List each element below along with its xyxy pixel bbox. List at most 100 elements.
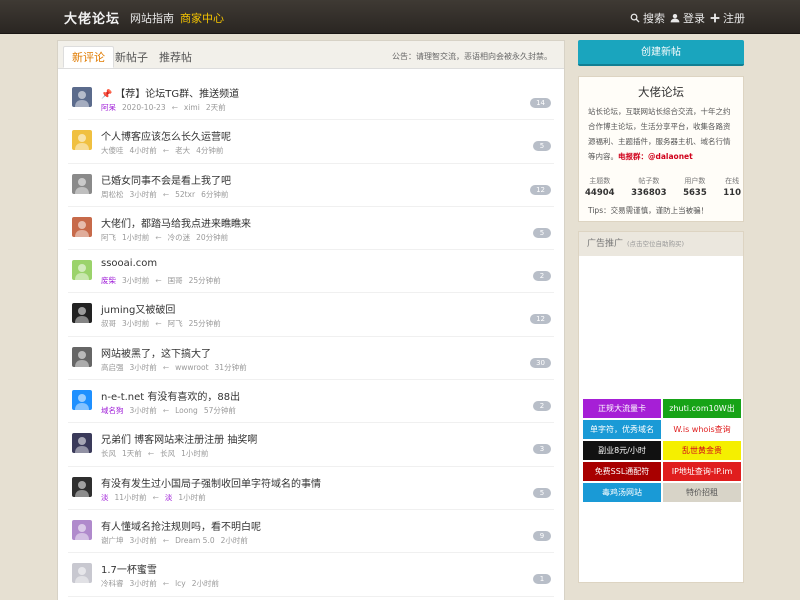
ad-slot[interactable]: 正规大流量卡 — [583, 399, 661, 418]
reply-count-badge: 12 — [530, 314, 551, 325]
topic-list: 📌 【荐】论坛TG群、推送频道 阿呆 2020-10-23 ← ximi 2天前 14 个人博客… — [58, 77, 564, 597]
last-reply-user[interactable]: 52txr — [175, 190, 195, 199]
topic-title-text: n-e-t.net 有没有喜欢的，88出 — [101, 392, 241, 404]
register-link[interactable]: 注册 — [710, 10, 745, 26]
author-name[interactable]: 高启强 — [101, 363, 124, 372]
site-logo[interactable]: 大佬论坛 — [64, 8, 120, 27]
author-name[interactable]: 长风 — [101, 449, 116, 458]
topic-title[interactable]: 兄弟们 博客网站来注册注册 抽奖啊 — [101, 431, 257, 446]
last-reply-user[interactable]: 老大 — [175, 146, 190, 155]
user-avatar[interactable] — [72, 519, 92, 540]
author-name[interactable]: 冷科睿 — [101, 579, 124, 588]
author-name[interactable]: 叔哥 — [101, 319, 116, 328]
author-name[interactable]: 淡 — [101, 493, 109, 502]
last-reply-user[interactable]: lcy — [175, 579, 186, 588]
last-reply-user[interactable]: 国哥 — [168, 276, 183, 285]
topic-row[interactable]: n-e-t.net 有没有喜欢的，88出 域名狗 3小时前 ← Loong 57分钟前 2 — [58, 380, 564, 424]
nav-guide[interactable]: 网站指南 — [130, 10, 174, 26]
topic-row[interactable]: juming又被破回 叔哥 3小时前 ← 阿飞 25分钟前 12 — [58, 293, 564, 338]
topic-title[interactable]: n-e-t.net 有没有喜欢的，88出 — [101, 388, 240, 403]
topic-row[interactable]: ssooai.com 废柴 3小时前 ← 国哥 25分钟前 2 — [58, 250, 564, 294]
user-avatar[interactable] — [72, 303, 92, 324]
topic-title[interactable]: 📌 【荐】论坛TG群、推送频道 — [101, 85, 239, 100]
nav-merchant[interactable]: 商家中心 — [180, 10, 224, 26]
last-reply-user[interactable]: ximi — [184, 103, 200, 112]
last-reply-user[interactable]: 冷の迷 — [168, 233, 191, 242]
topic-row[interactable]: 1.7一杯蜜雪 冷科睿 3小时前 ← lcy 2小时前 1 — [58, 553, 564, 597]
topic-title[interactable]: 个人博客应该怎么长久运营呢 — [101, 128, 231, 143]
author-name[interactable]: 废柴 — [101, 276, 116, 285]
topic-title[interactable]: 网站被黑了，这下搞大了 — [101, 345, 211, 360]
last-reply-time: 31分钟前 — [214, 362, 247, 372]
ad-slot[interactable]: 毒鸡汤网站 — [583, 483, 661, 502]
last-reply-user[interactable]: 长风 — [160, 449, 175, 458]
ad-slot[interactable]: W.is whois查询 — [663, 420, 741, 439]
topic-row[interactable]: 网站被黑了，这下搞大了 高启强 3小时前 ← wwwroot 31分钟前 30 — [58, 337, 564, 381]
plus-icon — [710, 13, 720, 23]
topic-title[interactable]: juming又被破回 — [101, 301, 175, 316]
search-label: 搜索 — [643, 12, 665, 25]
user-avatar[interactable] — [72, 390, 92, 411]
topic-row[interactable]: 大佬们，都踏马给我点进来瞧瞧来 阿飞 1小时前 ← 冷の迷 20分钟前 5 — [58, 207, 564, 251]
last-reply-user[interactable]: wwwroot — [175, 363, 208, 372]
reply-arrow-icon: ← — [155, 319, 162, 329]
topic-row[interactable]: 有没有发生过小国局子强制收回单字符域名的事情淡 11小时前 ← 淡 1小时前 5 — [58, 467, 564, 511]
topic-row[interactable]: 有人懂域名抢注规则吗，看不明白呢 谢广坤 3小时前 ← Dream 5.0 2小时前 9 — [58, 510, 564, 554]
telegram-link[interactable]: @dalaonet — [648, 152, 693, 161]
create-post-button[interactable]: 创建新帖 — [578, 40, 744, 66]
topic-meta: 阿呆 2020-10-23 ← ximi 2天前 — [101, 102, 232, 113]
stat-value: 5635 — [683, 188, 707, 198]
user-avatar[interactable] — [72, 216, 92, 237]
tab-new-posts[interactable]: 新帖子 — [107, 47, 156, 69]
last-reply-time: 25分钟前 — [188, 319, 221, 329]
reply-count-badge: 12 — [530, 184, 551, 195]
user-avatar[interactable] — [72, 130, 92, 151]
topic-row[interactable]: 个人博客应该怎么长久运营呢 大傻哇 4小时前 ← 老大 4分钟前 5 — [58, 120, 564, 164]
ad-slot[interactable]: 特价招租 — [663, 483, 741, 502]
topic-row[interactable]: 已婚女同事不会是看上我了吧周松松 3小时前 ← 52txr 6分钟前 12 — [58, 164, 564, 208]
ad-slot[interactable]: 副业8元/小时 — [583, 441, 661, 460]
login-link[interactable]: 登录 — [670, 10, 705, 26]
author-name[interactable]: 阿呆 — [101, 103, 116, 112]
author-name[interactable]: 周松松 — [101, 190, 124, 199]
user-avatar[interactable] — [72, 476, 92, 497]
ad-slot[interactable]: zhuti.com10W出 — [663, 399, 741, 418]
ad-slot[interactable]: 单字符，优秀域名 — [583, 420, 661, 439]
user-avatar[interactable] — [72, 346, 92, 367]
last-reply-user[interactable]: Loong — [175, 406, 198, 415]
author-name[interactable]: 域名狗 — [101, 406, 124, 415]
topic-title[interactable]: 有没有发生过小国局子强制收回单字符域名的事情 — [101, 475, 321, 490]
author-name[interactable]: 大傻哇 — [101, 146, 124, 155]
user-avatar[interactable] — [72, 563, 92, 584]
topic-meta: 叔哥 3小时前 ← 阿飞 25分钟前 — [101, 318, 227, 329]
user-avatar[interactable] — [72, 260, 92, 281]
author-name[interactable]: 阿飞 — [101, 233, 116, 242]
author-name[interactable]: 谢广坤 — [101, 536, 124, 545]
topic-title[interactable]: 已婚女同事不会是看上我了吧 — [101, 172, 231, 187]
tab-recommended[interactable]: 推荐帖 — [151, 47, 200, 69]
topic-row[interactable]: 兄弟们 博客网站来注册注册 抽奖啊 长风 1天前 ← 长风 1小时前 3 — [58, 423, 564, 467]
search-link[interactable]: 搜索 — [630, 10, 665, 26]
last-reply-user[interactable]: Dream 5.0 — [175, 536, 215, 545]
ad-slot[interactable]: IP地址查询-IP.im — [663, 462, 741, 481]
forum-description: 站长论坛，互联网站长综合交流，十年之约合作博主论坛，生活分享平台，收集各路资源福… — [588, 104, 736, 164]
topic-meta: 周松松 3小时前 ← 52txr 6分钟前 — [101, 189, 234, 200]
last-reply-user[interactable]: 淡 — [165, 493, 173, 502]
last-reply-time: 1小时前 — [178, 492, 206, 502]
user-avatar[interactable] — [72, 433, 92, 454]
last-reply-user[interactable]: 阿飞 — [168, 319, 183, 328]
ad-subtitle[interactable]: (点击空位自助购买) — [627, 240, 684, 248]
topic-title[interactable]: 有人懂域名抢注规则吗，看不明白呢 — [101, 518, 261, 533]
tips-text: Tips：交易需谨慎，谨防上当被骗！ — [588, 206, 709, 215]
topic-row[interactable]: 📌 【荐】论坛TG群、推送频道 阿呆 2020-10-23 ← ximi 2天前 14 — [58, 77, 564, 121]
ad-slot[interactable]: 乱世黄金贵 — [663, 441, 741, 460]
post-time: 1小时前 — [122, 232, 150, 242]
ad-slot[interactable]: 免费SSL通配符 — [583, 462, 661, 481]
stat-value: 336803 — [631, 188, 667, 198]
topic-title[interactable]: 大佬们，都踏马给我点进来瞧瞧来 — [101, 215, 251, 230]
user-avatar[interactable] — [72, 173, 92, 194]
topic-title[interactable]: ssooai.com — [101, 258, 157, 269]
topic-title[interactable]: 1.7一杯蜜雪 — [101, 561, 157, 576]
last-reply-time: 57分钟前 — [203, 406, 236, 416]
user-avatar[interactable] — [72, 87, 92, 107]
